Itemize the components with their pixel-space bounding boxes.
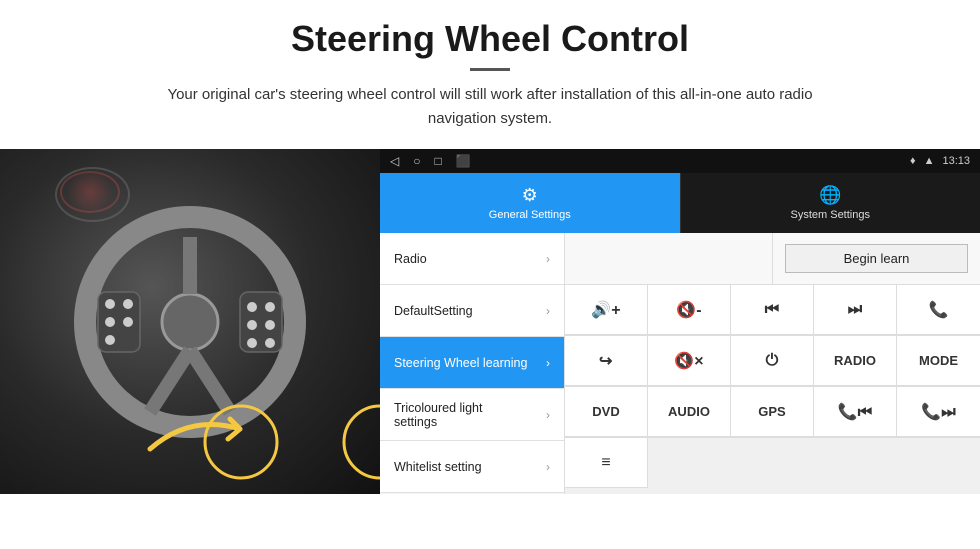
menu-default-label: DefaultSetting — [394, 304, 473, 318]
vol-up-button[interactable]: 🔊+ — [565, 285, 648, 335]
next-track-button[interactable]: ⏭ — [814, 285, 897, 335]
page-subtitle: Your original car's steering wheel contr… — [140, 83, 840, 131]
mute-button[interactable]: 🔇× — [648, 336, 731, 386]
gps-label: GPS — [758, 404, 785, 419]
menu-steering-label: Steering Wheel learning — [394, 356, 527, 370]
next-icon: ⏭ — [848, 301, 862, 319]
mode-button[interactable]: MODE — [897, 336, 980, 386]
chevron-right-icon: › — [546, 356, 550, 370]
chevron-right-icon: › — [546, 460, 550, 474]
audio-label: AUDIO — [668, 404, 710, 419]
tel-prev-button[interactable]: 📞⏮ — [814, 387, 897, 437]
tab-general-label: General Settings — [489, 209, 571, 221]
menu-item-steering[interactable]: Steering Wheel learning › — [380, 337, 564, 389]
tab-system-label: System Settings — [791, 209, 870, 221]
menu-item-whitelist[interactable]: Whitelist setting › — [380, 441, 564, 493]
screenshot-icon[interactable]: ⬛ — [456, 154, 471, 168]
playlist-button[interactable]: ≡ — [565, 438, 648, 488]
back-button[interactable]: ↩ — [565, 336, 648, 386]
recent-icon[interactable]: □ — [434, 154, 441, 168]
tel-prev-icon: 📞⏮ — [838, 402, 872, 422]
chevron-right-icon: › — [546, 252, 550, 266]
page-header: Steering Wheel Control Your original car… — [0, 0, 980, 141]
system-settings-icon: 🌐 — [819, 185, 841, 206]
mute-icon: 🔇× — [674, 351, 703, 371]
menu-item-default[interactable]: DefaultSetting › — [380, 285, 564, 337]
car-image-panel — [0, 149, 380, 494]
tel-next-icon: 📞⏭ — [921, 402, 955, 422]
tab-system[interactable]: 🌐 System Settings — [680, 173, 980, 233]
tab-general[interactable]: ⚙ General Settings — [380, 173, 680, 233]
menu-item-tricoloured[interactable]: Tricoloured light settings › — [380, 389, 564, 441]
gps-button[interactable]: GPS — [731, 387, 814, 437]
status-bar: ◁ ○ □ ⬛ ♦ ▲ 13:13 — [380, 149, 980, 173]
power-button[interactable]: ⏻ — [731, 336, 814, 386]
home-icon[interactable]: ○ — [413, 154, 420, 168]
phone-button[interactable]: 📞 — [897, 285, 980, 335]
chevron-right-icon: › — [546, 304, 550, 318]
begin-learn-button[interactable]: Begin learn — [785, 244, 967, 273]
vol-down-button[interactable]: 🔇- — [648, 285, 731, 335]
wifi-icon: ▲ — [924, 155, 935, 167]
dvd-label: DVD — [592, 404, 619, 419]
location-icon: ♦ — [910, 155, 916, 167]
empty-control-area — [565, 233, 773, 284]
prev-icon: ⏮ — [765, 301, 779, 319]
dvd-button[interactable]: DVD — [565, 387, 648, 437]
phone-icon: 📞 — [929, 300, 949, 320]
radio-label: RADIO — [834, 353, 876, 368]
back-icon: ↩ — [599, 351, 612, 371]
mode-label: MODE — [919, 353, 958, 368]
radio-button[interactable]: RADIO — [814, 336, 897, 386]
chevron-right-icon: › — [546, 408, 550, 422]
tab-bar: ⚙ General Settings 🌐 System Settings — [380, 173, 980, 233]
vol-down-icon: 🔇- — [676, 300, 701, 320]
back-icon[interactable]: ◁ — [390, 154, 399, 168]
right-controls: Begin learn 🔊+ 🔇- ⏮ ⏭ — [565, 233, 980, 494]
status-time: 13:13 — [942, 155, 970, 167]
left-menu: Radio › DefaultSetting › Steering Wheel … — [380, 233, 565, 494]
prev-track-button[interactable]: ⏮ — [731, 285, 814, 335]
device-panel: ◁ ○ □ ⬛ ♦ ▲ 13:13 ⚙ General Settings 🌐 S… — [380, 149, 980, 494]
page-title: Steering Wheel Control — [60, 18, 920, 60]
menu-tricoloured-label: Tricoloured light settings — [394, 401, 524, 429]
general-settings-icon: ⚙ — [522, 185, 538, 206]
vol-up-icon: 🔊+ — [591, 300, 620, 320]
menu-whitelist-label: Whitelist setting — [394, 460, 482, 474]
menu-radio-label: Radio — [394, 252, 427, 266]
power-icon: ⏻ — [766, 352, 779, 370]
begin-learn-area[interactable]: Begin learn — [773, 233, 980, 284]
title-divider — [470, 68, 510, 71]
playlist-icon: ≡ — [601, 454, 610, 472]
audio-button[interactable]: AUDIO — [648, 387, 731, 437]
menu-item-radio[interactable]: Radio › — [380, 233, 564, 285]
tel-next-button[interactable]: 📞⏭ — [897, 387, 980, 437]
